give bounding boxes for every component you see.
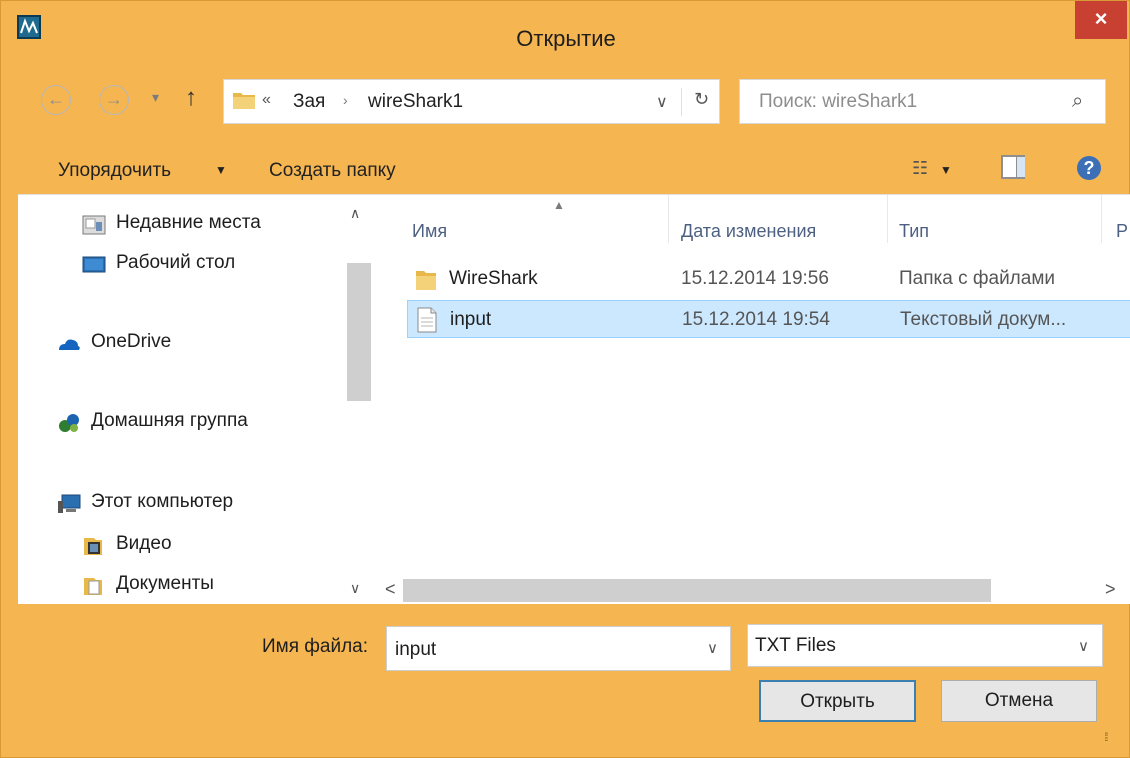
new-folder-button[interactable]: Создать папку: [269, 160, 396, 182]
main-pane: Недавние места Рабочий стол OneDrive Дом…: [18, 194, 1130, 604]
up-button[interactable]: ↑: [185, 84, 197, 112]
filename-input[interactable]: input: [395, 639, 695, 661]
sidebar-item-label: Рабочий стол: [116, 252, 236, 273]
recent-locations-dropdown[interactable]: ▾: [152, 89, 159, 106]
file-type: Папка с файлами: [899, 268, 1056, 289]
resize-grip-icon[interactable]: ⁞⁞: [1104, 730, 1108, 744]
onedrive-icon: [59, 339, 80, 350]
window-title: Открытие: [516, 26, 616, 51]
documents-folder-icon: [84, 578, 102, 595]
search-placeholder: Поиск: wireShark1: [759, 91, 918, 112]
refresh-icon[interactable]: ↻: [694, 89, 709, 110]
breadcrumb-item[interactable]: Зая: [293, 91, 325, 113]
preview-pane-icon[interactable]: [1001, 155, 1025, 179]
column-divider[interactable]: [887, 195, 888, 243]
videos-folder-icon: [84, 538, 102, 555]
chevron-down-icon[interactable]: ▼: [940, 163, 952, 177]
column-divider[interactable]: [1101, 195, 1102, 243]
computer-icon: [58, 494, 81, 513]
table-row[interactable]: WireShark 15.12.2014 19:56 Папка с файла…: [407, 260, 1130, 298]
title-bar[interactable]: Открытие ×: [1, 1, 1130, 73]
address-divider: [681, 88, 682, 116]
filename-combobox[interactable]: input ∨: [386, 626, 731, 671]
folder-icon: [233, 93, 255, 109]
file-date: 15.12.2014 19:54: [682, 309, 830, 330]
file-type: Текстовый докум...: [900, 309, 1067, 330]
sort-ascending-icon: ▲: [553, 198, 565, 212]
column-header-name[interactable]: Имя: [412, 221, 447, 242]
folder-icon: [416, 271, 436, 290]
help-icon[interactable]: ?: [1077, 156, 1101, 180]
file-name: WireShark: [449, 268, 538, 289]
address-bar[interactable]: « Зая › wireShark1 ∨ ↻: [223, 79, 720, 124]
filetype-select[interactable]: TXT Files ∨: [747, 624, 1103, 667]
address-dropdown-icon[interactable]: ∨: [656, 92, 668, 112]
close-button[interactable]: ×: [1075, 1, 1127, 39]
file-list: ▲ Имя Дата изменения Тип Р WireShark 15.…: [389, 195, 1130, 604]
cancel-button[interactable]: Отмена: [941, 680, 1097, 722]
scroll-right-icon[interactable]: >: [1105, 579, 1116, 600]
sidebar-item-label: Видео: [116, 533, 172, 554]
sidebar-item-label: Документы: [116, 573, 214, 594]
sidebar-item-label: Недавние места: [116, 212, 261, 233]
open-file-dialog: Открытие × ← → ▾ ↑ « Зая › wireShark1 ∨ …: [0, 0, 1130, 758]
scrollbar-thumb[interactable]: [403, 579, 991, 602]
navigation-pane: Недавние места Рабочий стол OneDrive Дом…: [18, 195, 373, 604]
breadcrumb-separator-icon[interactable]: ›: [343, 92, 348, 108]
column-divider[interactable]: [668, 195, 669, 243]
column-header-size[interactable]: Р: [1116, 221, 1128, 242]
desktop-icon: [82, 256, 106, 273]
sidebar-item-label: Этот компьютер: [91, 491, 234, 512]
scroll-up-icon[interactable]: ∧: [350, 205, 360, 222]
scroll-left-icon[interactable]: <: [385, 579, 396, 600]
column-header-date[interactable]: Дата изменения: [681, 221, 816, 242]
chevron-down-icon[interactable]: ∨: [1078, 637, 1089, 655]
navigation-scrollbar[interactable]: ∧ ∨: [345, 195, 373, 604]
sidebar-item-label: OneDrive: [91, 331, 172, 352]
sidebar-item-label: Домашняя группа: [91, 410, 248, 431]
filetype-value: TXT Files: [755, 635, 836, 656]
file-date: 15.12.2014 19:56: [681, 268, 829, 289]
breadcrumb-item[interactable]: wireShark1: [368, 91, 463, 113]
view-options-icon[interactable]: ☷: [912, 158, 930, 180]
file-name: input: [450, 309, 492, 330]
organize-button[interactable]: Упорядочить: [58, 160, 171, 182]
chevron-down-icon[interactable]: ∨: [707, 639, 718, 657]
back-button[interactable]: ←: [41, 85, 71, 115]
scrollbar-thumb[interactable]: [347, 263, 371, 401]
overflow-chevron[interactable]: «: [262, 91, 271, 109]
homegroup-icon: [59, 414, 79, 432]
search-input[interactable]: Поиск: wireShark1 ⌕: [739, 79, 1106, 124]
text-file-icon: [417, 307, 437, 333]
column-header-type[interactable]: Тип: [899, 221, 929, 242]
toolbar: Упорядочить ▼ Создать папку ☷ ▼ ?: [18, 136, 1113, 196]
filename-label: Имя файла:: [262, 636, 369, 657]
forward-button[interactable]: →: [99, 85, 129, 115]
scroll-down-icon[interactable]: ∨: [350, 580, 360, 597]
table-row[interactable]: input 15.12.2014 19:54 Текстовый докум..…: [407, 300, 1130, 338]
search-icon[interactable]: ⌕: [1072, 90, 1083, 113]
open-button[interactable]: Открыть: [759, 680, 916, 722]
horizontal-scrollbar[interactable]: < >: [373, 577, 1130, 604]
recent-places-icon: [82, 215, 106, 235]
chevron-down-icon[interactable]: ▼: [215, 163, 227, 177]
